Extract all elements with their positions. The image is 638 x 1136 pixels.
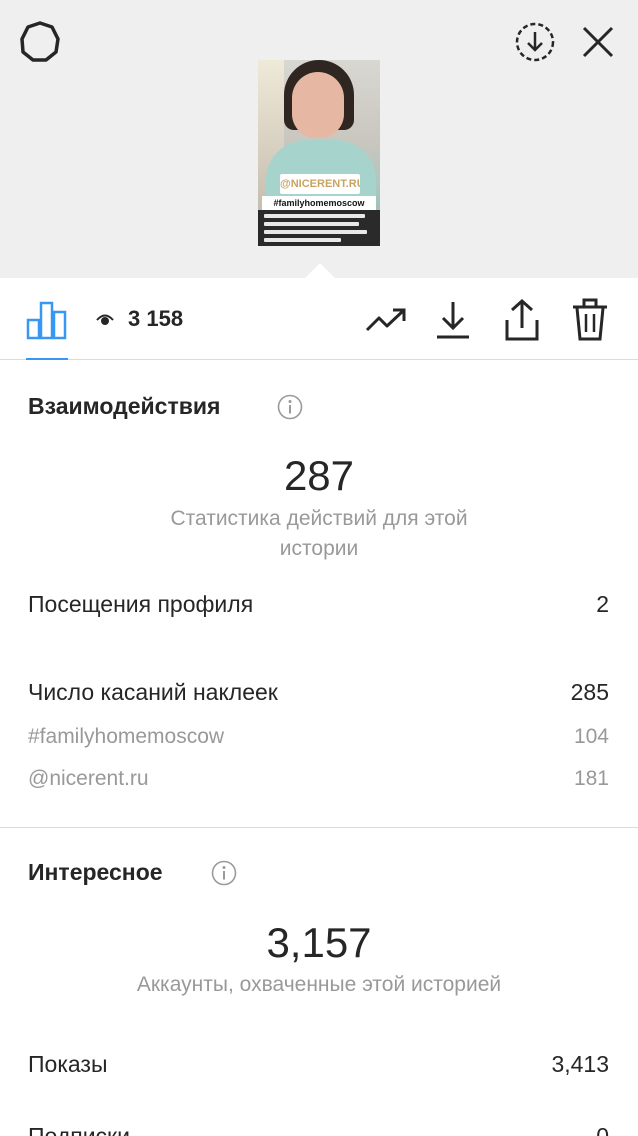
follows-label: Подписки bbox=[28, 1123, 130, 1136]
trending-icon[interactable] bbox=[365, 306, 407, 334]
settings-icon[interactable] bbox=[18, 20, 62, 64]
impressions-label: Показы bbox=[28, 1051, 108, 1077]
impressions-value: 3,413 bbox=[551, 1051, 609, 1077]
close-icon[interactable] bbox=[578, 22, 618, 62]
info-icon[interactable] bbox=[277, 394, 303, 420]
thumbnail-person-face bbox=[292, 72, 344, 138]
section-divider bbox=[0, 827, 638, 828]
interactions-title: Взаимодействия bbox=[28, 393, 221, 419]
profile-visits-label: Посещения профиля bbox=[28, 591, 254, 617]
views-count[interactable]: 3 158 bbox=[128, 306, 183, 332]
interactions-total: 287 bbox=[283, 452, 355, 499]
mention-sticker-label: @nicerent.ru bbox=[28, 767, 149, 790]
story-thumbnail[interactable]: @NICERENT.RU #familyhomemoscow bbox=[258, 60, 380, 246]
hashtag-sticker-label: #familyhomemoscow bbox=[28, 725, 225, 748]
share-icon[interactable] bbox=[503, 298, 541, 342]
hashtag-sticker: #familyhomemoscow bbox=[262, 196, 376, 210]
discovery-title: Интересное bbox=[28, 859, 163, 885]
trash-icon[interactable] bbox=[571, 298, 609, 342]
hashtag-sticker-value: 104 bbox=[573, 725, 609, 748]
sticker-taps-label: Число касаний наклеек bbox=[28, 679, 278, 705]
mention-sticker: @NICERENT.RU bbox=[280, 174, 360, 194]
thumbnail-caption-lines bbox=[264, 214, 374, 246]
eye-icon bbox=[96, 314, 114, 325]
profile-visits-value: 2 bbox=[596, 591, 609, 617]
story-preview-header: @NICERENT.RU #familyhomemoscow bbox=[0, 0, 638, 278]
interactions-caption: Статистика действий для этой истории bbox=[170, 507, 468, 560]
sticker-taps-value: 285 bbox=[570, 679, 609, 705]
follows-value: 0 bbox=[596, 1123, 609, 1136]
download-circle-icon[interactable] bbox=[513, 20, 557, 64]
insights-toolbar: 3 158 bbox=[0, 278, 638, 360]
active-tab-indicator bbox=[26, 358, 68, 360]
discovery-caption: Аккаунты, охваченные этой историей bbox=[136, 973, 502, 996]
mention-sticker-value: 181 bbox=[573, 767, 609, 790]
bar-chart-icon[interactable] bbox=[26, 300, 68, 340]
info-icon[interactable] bbox=[211, 860, 237, 886]
download-icon[interactable] bbox=[435, 300, 471, 340]
discovery-total: 3,157 bbox=[266, 919, 372, 966]
